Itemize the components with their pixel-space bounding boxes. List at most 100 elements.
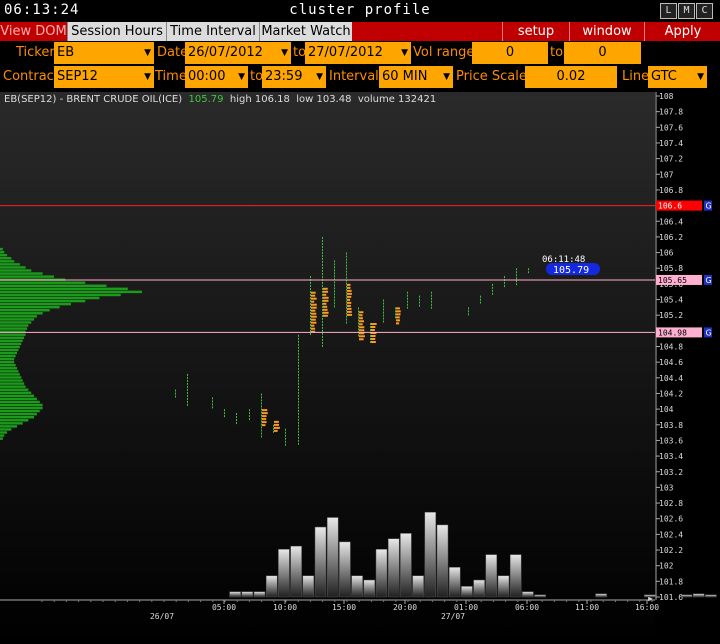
profile-bar bbox=[0, 312, 43, 314]
cluster-tick bbox=[346, 313, 347, 315]
cluster-tick bbox=[298, 344, 299, 346]
cluster-tick bbox=[212, 397, 213, 399]
window-button[interactable]: window bbox=[569, 22, 644, 41]
cluster-tick bbox=[236, 419, 237, 421]
price-badge-label: 106.6 bbox=[658, 202, 682, 211]
cluster-tick bbox=[492, 293, 493, 295]
cluster-volume bbox=[359, 329, 364, 331]
cluster-tick bbox=[419, 305, 420, 307]
cluster-chart[interactable]: 108 107.8 107.6 107.4 107.2 107 106.8 106.6 106.… bbox=[0, 92, 720, 644]
window-button-c[interactable]: C bbox=[696, 3, 713, 19]
cluster-tick bbox=[504, 285, 505, 287]
cluster-tick bbox=[298, 416, 299, 418]
vol-from-input[interactable]: 0 bbox=[472, 42, 548, 64]
date-from-select[interactable]: 26/07/2012 ▼ bbox=[185, 42, 291, 64]
cluster-tick bbox=[346, 271, 347, 273]
time-from-select[interactable]: 00:00 ▼ bbox=[185, 66, 248, 88]
cluster-tick bbox=[310, 294, 311, 296]
apply-button[interactable]: Apply bbox=[644, 22, 720, 41]
cluster-volume bbox=[274, 421, 279, 423]
cluster-tick bbox=[310, 330, 311, 332]
profile-bar bbox=[0, 361, 14, 363]
cluster-tick bbox=[431, 307, 432, 309]
y-axis-label: 104.2 bbox=[659, 389, 683, 398]
cluster-volume bbox=[323, 312, 329, 314]
vol-range-label: Vol range bbox=[413, 42, 474, 64]
cluster-volume bbox=[371, 329, 375, 331]
cluster-tick bbox=[298, 389, 299, 391]
setup-button[interactable]: setup bbox=[502, 22, 569, 41]
cluster-tick bbox=[322, 300, 323, 302]
cluster-tick bbox=[383, 309, 384, 311]
interval-select[interactable]: 60 MIN ▼ bbox=[379, 66, 453, 88]
tab-session-hours[interactable]: Session Hours bbox=[67, 22, 166, 41]
cluster-tick bbox=[322, 258, 323, 260]
date-to-select[interactable]: 27/07/2012 ▼ bbox=[305, 42, 411, 64]
title-bar: 06:13:24 cluster profile L M C bbox=[0, 0, 720, 22]
cluster-tick bbox=[322, 267, 323, 269]
cluster-volume bbox=[323, 303, 326, 305]
cluster-volume bbox=[347, 284, 350, 286]
cluster-tick bbox=[346, 286, 347, 288]
cluster-tick bbox=[310, 321, 311, 323]
volume-bar bbox=[254, 592, 265, 597]
cluster-tick bbox=[322, 294, 323, 296]
vol-to-input[interactable]: 0 bbox=[564, 42, 641, 64]
volume-bar bbox=[437, 525, 448, 597]
line-select[interactable]: GTC ▼ bbox=[648, 66, 707, 88]
interval-label: Interval bbox=[329, 66, 379, 88]
cluster-tick bbox=[285, 435, 286, 437]
cluster-tick bbox=[298, 404, 299, 406]
cluster-tick bbox=[419, 296, 420, 298]
x-axis-label: 16:00 bbox=[635, 603, 659, 612]
cluster-tick bbox=[298, 434, 299, 436]
cluster-tick bbox=[504, 282, 505, 284]
high-value: high 106.18 bbox=[230, 94, 290, 105]
cluster-volume bbox=[371, 326, 375, 328]
ticker-select[interactable]: EB ▼ bbox=[54, 42, 154, 64]
date-label: 27/07 bbox=[441, 612, 465, 621]
y-axis-label: 106.2 bbox=[659, 233, 683, 242]
tab-view-dom[interactable]: View DOM bbox=[0, 22, 67, 41]
cluster-tick bbox=[346, 304, 347, 306]
cluster-tick bbox=[298, 428, 299, 430]
y-axis-label: 107.4 bbox=[659, 139, 683, 148]
cluster-tick bbox=[187, 392, 188, 394]
tab-time-interval[interactable]: Time Interval bbox=[166, 22, 259, 41]
window-button-l[interactable]: L bbox=[660, 3, 677, 19]
volume-bar bbox=[352, 576, 363, 597]
cluster-tick bbox=[346, 319, 347, 321]
cluster-tick bbox=[334, 296, 335, 298]
cluster-tick bbox=[346, 259, 347, 261]
cluster-volume bbox=[347, 308, 352, 310]
y-axis-label: 103.4 bbox=[659, 452, 683, 461]
cluster-tick bbox=[273, 428, 274, 430]
profile-bar bbox=[0, 315, 37, 317]
cluster-tick bbox=[298, 368, 299, 370]
volume-bar bbox=[327, 518, 338, 598]
time-to-select[interactable]: 23:59 ▼ bbox=[262, 66, 326, 88]
tab-market-watch[interactable]: Market Watch bbox=[259, 22, 352, 41]
y-axis-label: 107.8 bbox=[659, 108, 683, 117]
cluster-tick bbox=[310, 306, 311, 308]
cluster-tick bbox=[346, 262, 347, 264]
cluster-tick bbox=[322, 282, 323, 284]
y-axis-label: 104.6 bbox=[659, 358, 683, 367]
profile-bar bbox=[0, 358, 14, 360]
cluster-tick bbox=[334, 266, 335, 268]
cluster-tick bbox=[224, 415, 225, 417]
ticker-value: EB bbox=[57, 45, 74, 60]
time-from-value: 00:00 bbox=[188, 69, 225, 84]
cluster-volume bbox=[359, 311, 363, 313]
cluster-tick bbox=[334, 305, 335, 307]
vol-to-label: to bbox=[550, 42, 563, 64]
cluster-tick bbox=[322, 288, 323, 290]
contract-select[interactable]: SEP12 ▼ bbox=[54, 66, 154, 88]
profile-bar bbox=[0, 413, 37, 415]
cluster-tick bbox=[383, 315, 384, 317]
window-button-m[interactable]: M bbox=[678, 3, 695, 19]
profile-bar bbox=[0, 398, 37, 400]
price-scale-input[interactable]: 0.02 bbox=[525, 66, 617, 88]
profile-bar bbox=[0, 346, 20, 348]
profile-bar bbox=[0, 333, 26, 335]
